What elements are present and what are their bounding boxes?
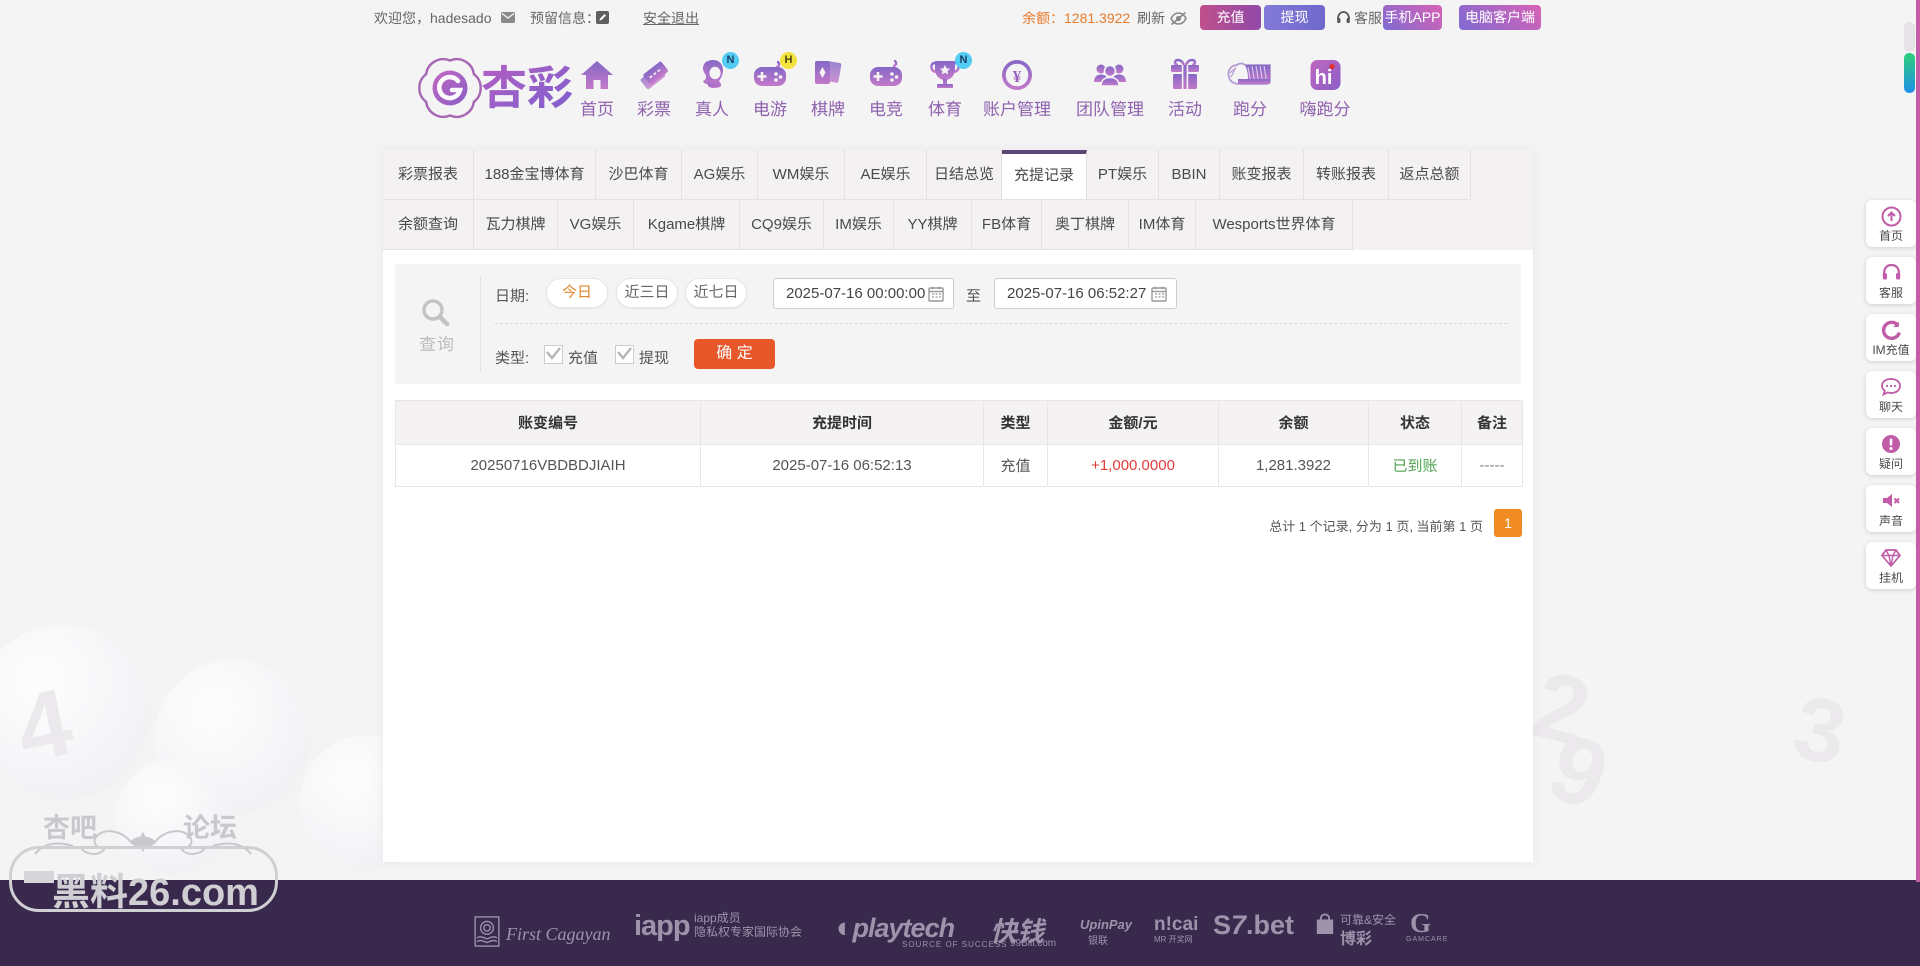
- svg-text:杏彩: 杏彩: [481, 53, 573, 118]
- svg-text:hi: hi: [1314, 67, 1332, 89]
- svg-text:¥: ¥: [1013, 62, 1022, 87]
